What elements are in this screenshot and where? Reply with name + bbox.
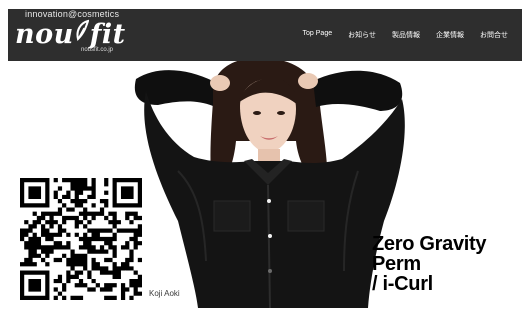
- page: innovation@cosmetics nou fit nousfit.co.…: [0, 0, 522, 309]
- nav-products[interactable]: 製品情報: [384, 28, 428, 42]
- nav-contact[interactable]: お問合せ: [472, 28, 516, 42]
- nav-company[interactable]: 企業情報: [428, 28, 472, 42]
- logo-text-left: nou: [15, 19, 74, 50]
- hero-banner: Koji Aoki Zero Gravity Perm / i-Curl: [8, 61, 522, 308]
- site-header: innovation@cosmetics nou fit nousfit.co.…: [8, 9, 522, 61]
- leaf-icon: [76, 19, 89, 41]
- headline-line-3: / i-Curl: [372, 273, 433, 295]
- headline-line-1: Zero Gravity: [372, 233, 487, 255]
- main-nav: Top Page お知らせ 製品情報 企業情報 お問合せ: [295, 28, 516, 42]
- qr-code-graphic: [20, 178, 142, 300]
- nav-top-page[interactable]: Top Page: [295, 28, 341, 42]
- photo-credit: Koji Aoki: [149, 289, 180, 298]
- hero-headline: Zero Gravity Perm / i-Curl: [372, 233, 487, 295]
- logo-text-right: fit: [89, 19, 126, 50]
- tagline: innovation@cosmetics: [25, 9, 120, 19]
- site-logo[interactable]: nou fit: [15, 19, 126, 50]
- qr-code[interactable]: [20, 178, 142, 300]
- nav-news[interactable]: お知らせ: [340, 28, 384, 42]
- headline-line-2: Perm: [372, 253, 421, 275]
- site-domain: nousfit.co.jp: [81, 47, 114, 53]
